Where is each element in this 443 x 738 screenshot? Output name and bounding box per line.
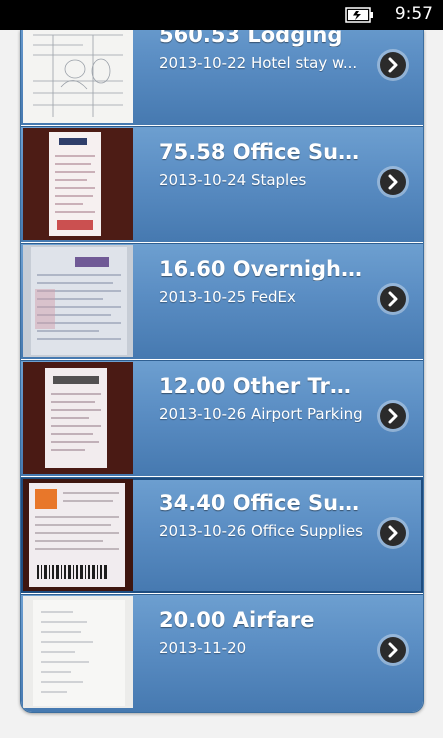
chevron-right-icon[interactable] [380, 637, 406, 663]
receipt-thumbnail [23, 479, 133, 591]
receipt-subtitle: 2013-10-22 Hotel stay w... [159, 54, 358, 72]
receipt-subtitle: 2013-10-24 Staples [159, 171, 307, 189]
receipt-subtitle: 2013-11-20 [159, 639, 247, 657]
battery-charging-icon [345, 6, 375, 24]
status-bar: 9:57 [0, 0, 443, 30]
receipt-row[interactable]: 34.40 Office Sup... 2013-10-26 Office Su… [21, 477, 423, 593]
chevron-right-icon[interactable] [380, 520, 406, 546]
receipt-title: 75.58 Office Sup... [159, 140, 364, 164]
chevron-right-icon[interactable] [380, 403, 406, 429]
receipt-row[interactable]: 75.58 Office Sup... 2013-10-24 Staples [21, 126, 423, 242]
receipt-subtitle: 2013-10-26 Office Supplies [159, 522, 363, 540]
receipt-thumbnail [23, 596, 133, 708]
chevron-right-icon[interactable] [380, 286, 406, 312]
receipt-row[interactable]: 560.53 Lodging 2013-10-22 Hotel stay w..… [21, 30, 423, 125]
receipt-thumbnail [23, 30, 133, 123]
receipt-title: 16.60 Overnight... [159, 257, 364, 281]
receipt-thumbnail [23, 362, 133, 474]
receipt-title: 12.00 Other Tran... [159, 374, 364, 398]
receipt-thumbnail [23, 128, 133, 240]
receipt-title: 560.53 Lodging [159, 30, 343, 47]
chevron-right-icon[interactable] [380, 169, 406, 195]
receipt-subtitle: 2013-10-25 FedEx [159, 288, 296, 306]
receipt-row[interactable]: 20.00 Airfare 2013-11-20 [21, 594, 423, 712]
receipt-row[interactable]: 16.60 Overnight... 2013-10-25 FedEx [21, 243, 423, 359]
receipt-row[interactable]: 12.00 Other Tran... 2013-10-26 Airport P… [21, 360, 423, 476]
clock: 9:57 [394, 4, 433, 24]
receipt-list[interactable]: 560.53 Lodging 2013-10-22 Hotel stay w..… [20, 30, 424, 713]
chevron-right-icon[interactable] [380, 52, 406, 78]
receipt-subtitle: 2013-10-26 Airport Parking [159, 405, 363, 423]
receipt-thumbnail [23, 245, 133, 357]
receipt-title: 34.40 Office Sup... [159, 491, 364, 515]
receipt-title: 20.00 Airfare [159, 608, 315, 632]
